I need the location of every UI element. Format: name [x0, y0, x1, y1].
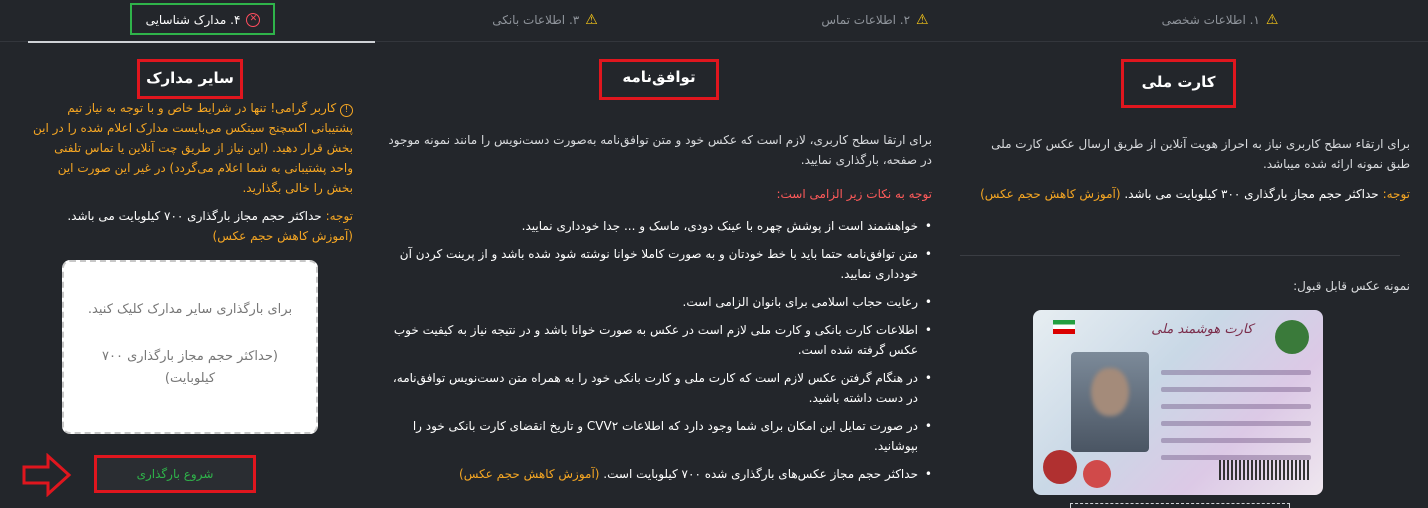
list-item: خواهشمند است از پوشش چهره با عینک دودی، …: [385, 216, 932, 236]
active-tab-indicator: [28, 41, 375, 43]
rules-list: خواهشمند است از پوشش چهره با عینک دودی، …: [385, 216, 932, 484]
card-title: کارت هوشمند ملی: [1151, 322, 1253, 337]
sample-national-card-image: کارت هوشمند ملی: [1033, 310, 1323, 495]
tab-label: ۳. اطلاعات بانکی: [492, 13, 580, 27]
note-label: توجه:: [1382, 187, 1410, 201]
list-item: در صورت تمایل این امکان برای شما وجود دا…: [385, 416, 932, 456]
national-card-note: توجه: حداکثر حجم مجاز بارگذاری ۳۰۰ کیلوب…: [970, 184, 1410, 204]
list-item: رعایت حجاب اسلامی برای بانوان الزامی است…: [385, 292, 932, 312]
tab-personal-info[interactable]: ⚠ ۱. اطلاعات شخصی: [1105, 6, 1335, 34]
last-rule-text: حداکثر حجم مجاز عکس‌های بارگذاری شده ۷۰۰…: [603, 467, 918, 481]
section-divider: [960, 255, 1400, 256]
seal-icon: [1083, 460, 1111, 488]
barcode: [1219, 460, 1309, 480]
list-item: در هنگام گرفتن عکس لازم است که کارت ملی …: [385, 368, 932, 408]
tab-bank-info[interactable]: ⚠ ۳. اطلاعات بانکی: [430, 6, 660, 34]
agreement-title: توافق‌نامه: [622, 68, 696, 86]
warning-icon: ⚠: [585, 12, 598, 28]
seal-icon: [1043, 450, 1077, 484]
other-docs-upload-area[interactable]: برای بارگذاری سایر مدارک کلیک کنید. (حدا…: [62, 260, 318, 434]
list-item: متن توافق‌نامه حتما باید با خط خودتان و …: [385, 244, 932, 284]
upload-limit: (حداکثر حجم مجاز بارگذاری ۷۰۰ کیلوبایت): [102, 349, 278, 386]
warning-text: کاربر گرامی! تنها در شرایط خاص و با توجه…: [33, 101, 353, 195]
warning-icon: ⚠: [916, 12, 929, 28]
reduce-size-link[interactable]: (آموزش کاهش حجم عکس): [459, 467, 599, 481]
tab-label: ۱. اطلاعات شخصی: [1161, 13, 1260, 27]
note-text: حداکثر حجم مجاز بارگذاری ۷۰۰ کیلوبایت می…: [67, 209, 322, 223]
tab-contact-info[interactable]: ⚠ ۲. اطلاعات تماس: [760, 6, 990, 34]
note-label: توجه:: [325, 209, 353, 223]
other-docs-note: توجه: حداکثر حجم مجاز بارگذاری ۷۰۰ کیلوب…: [28, 206, 353, 246]
card-fields: [1161, 370, 1311, 472]
other-docs-title: سایر مدارک: [146, 69, 234, 87]
emblem-icon: [1275, 320, 1309, 354]
tab-label: ۲. اطلاعات تماس: [821, 13, 911, 27]
arrow-right-icon: [22, 453, 72, 497]
other-docs-section: ! کاربر گرامی! تنها در شرایط خاص و با تو…: [28, 98, 353, 246]
list-item: اطلاعات کارت بانکی و کارت ملی لازم است د…: [385, 320, 932, 360]
start-upload-button[interactable]: شروع بارگذاری: [97, 458, 253, 490]
reduce-size-link[interactable]: (آموزش کاهش حجم عکس): [213, 229, 353, 243]
national-card-title: کارت ملی: [1141, 73, 1216, 91]
agreement-description: برای ارتقا سطح کاربری، لازم است که عکس خ…: [388, 133, 932, 167]
national-card-description: برای ارتقاء سطح کاربری نیاز به احراز هوی…: [991, 137, 1410, 171]
next-upload-box-edge: [1070, 503, 1290, 508]
reduce-size-link[interactable]: (آموزش کاهش حجم عکس): [980, 187, 1120, 201]
agreement-section: برای ارتقا سطح کاربری، لازم است که عکس خ…: [385, 130, 932, 492]
iran-flag-icon: [1053, 320, 1075, 334]
other-docs-warning: ! کاربر گرامی! تنها در شرایط خاص و با تو…: [28, 98, 353, 198]
sample-label: نمونه عکس قابل قبول:: [1293, 279, 1410, 293]
info-circle-icon: !: [340, 104, 353, 117]
highlight-active-tab: [130, 3, 275, 35]
national-card-section: برای ارتقاء سطح کاربری نیاز به احراز هوی…: [970, 134, 1410, 204]
blurred-photo: [1071, 352, 1149, 452]
rules-heading: توجه به نکات زیر الزامی است:: [776, 187, 932, 201]
list-item: حداکثر حجم مجاز عکس‌های بارگذاری شده ۷۰۰…: [385, 464, 932, 484]
note-text: حداکثر حجم مجاز بارگذاری ۳۰۰ کیلوبایت می…: [1124, 187, 1379, 201]
upload-prompt: برای بارگذاری سایر مدارک کلیک کنید.: [87, 302, 293, 317]
warning-icon: ⚠: [1265, 12, 1279, 28]
